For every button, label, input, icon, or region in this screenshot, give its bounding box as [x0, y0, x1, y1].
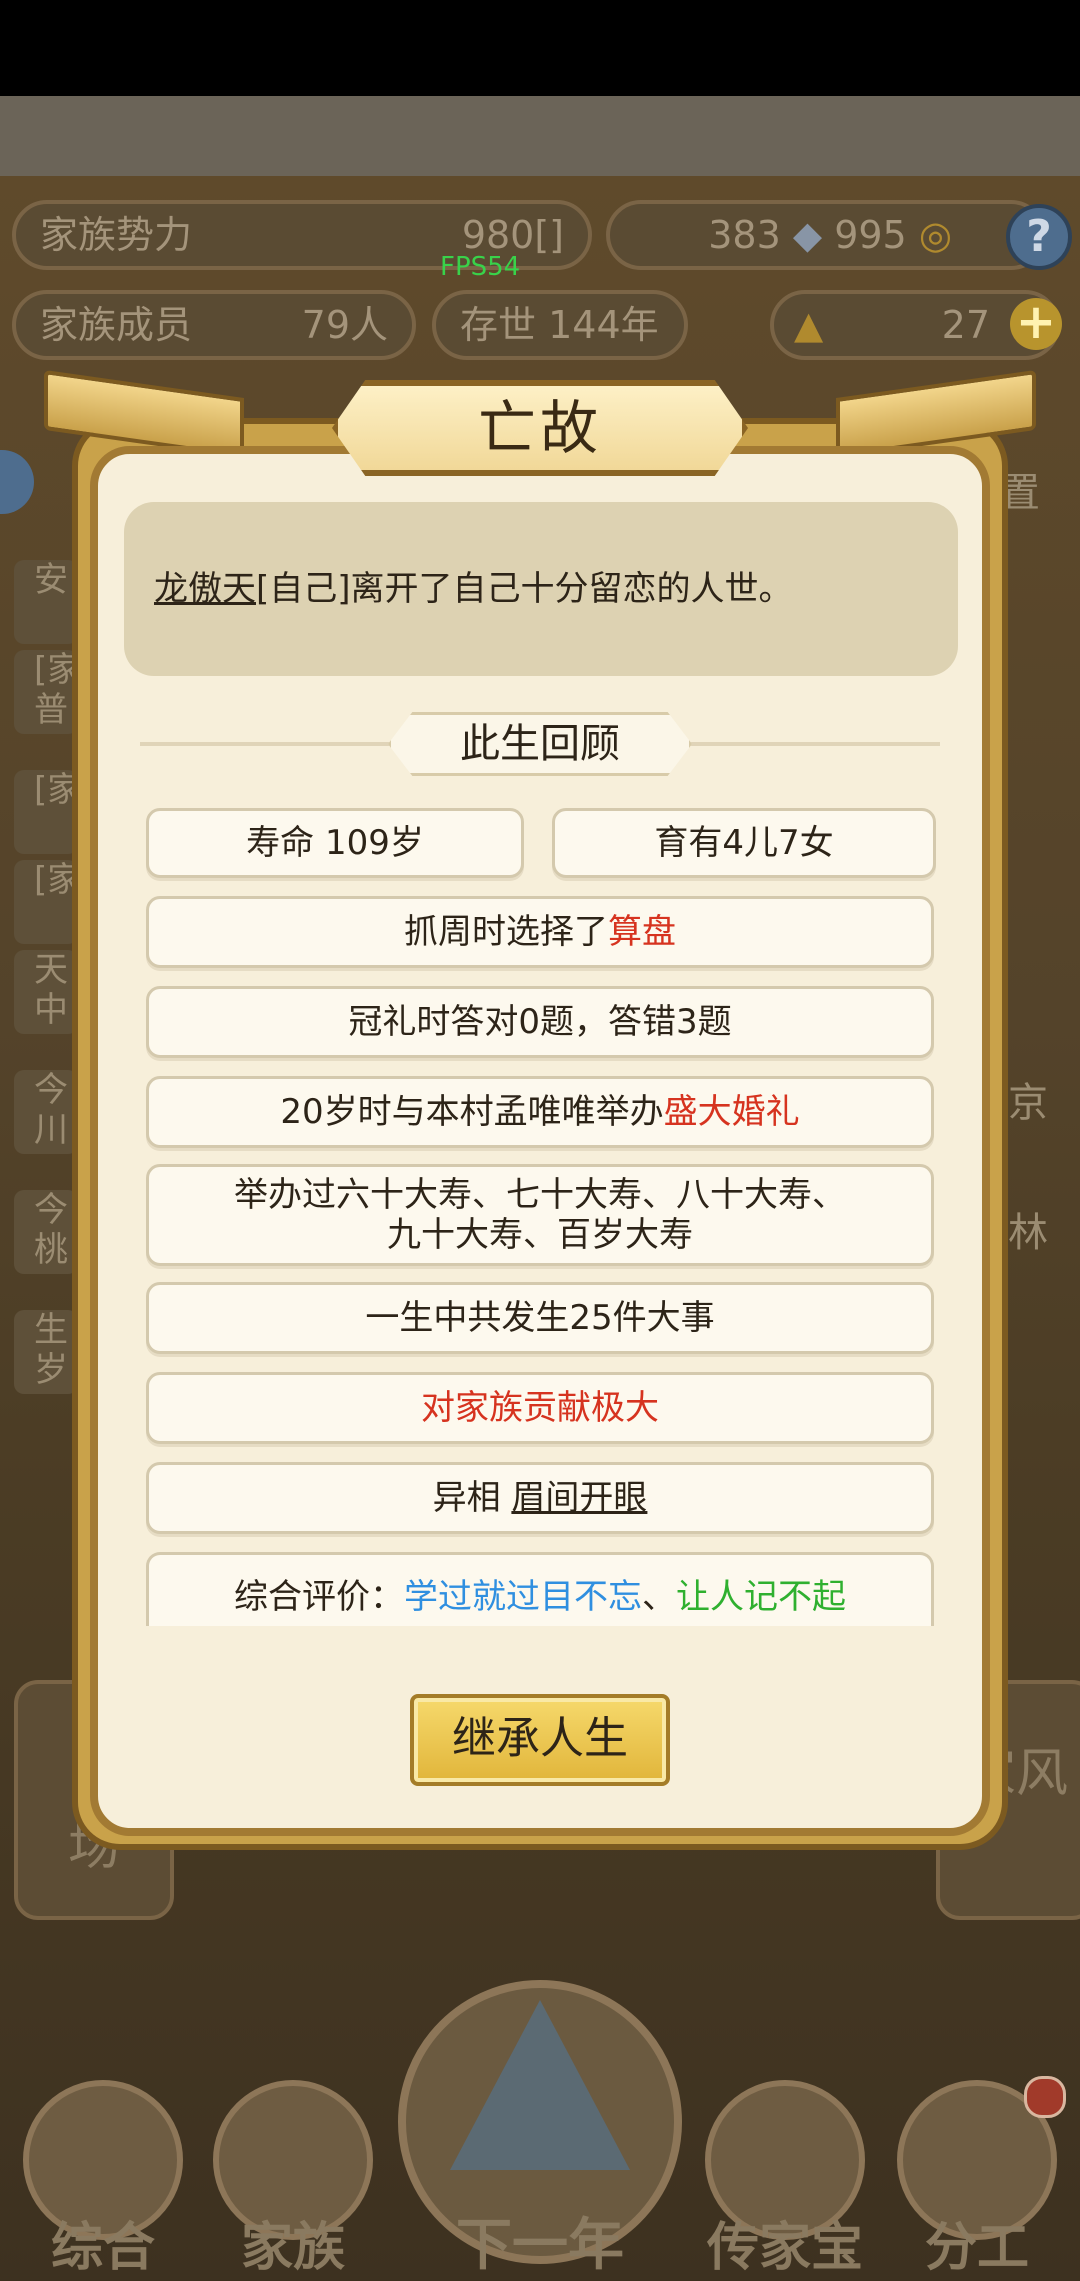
lifespan-row: 寿命 109岁: [146, 808, 524, 878]
family-members-label: 家族成员: [40, 303, 193, 347]
zhuazhou-item: 算盘: [608, 912, 676, 952]
nav-label: 传家宝: [706, 2218, 863, 2278]
top-strip: [0, 96, 1080, 176]
nav-heirloom[interactable]: 传家宝: [700, 2060, 870, 2280]
evaluation-row: 综合评价：学过就过目不忘、让人记不起: [146, 1552, 934, 1626]
nav-label: 分工: [924, 2218, 1029, 2278]
nav-family[interactable]: 家族: [208, 2060, 378, 2280]
existence-label: 存世: [460, 303, 537, 347]
wedding-event: 盛大婚礼: [663, 1092, 800, 1132]
side-fragment: 安: [14, 560, 78, 644]
gold-value: 27: [941, 303, 990, 347]
side-fragment: 今桃: [14, 1190, 78, 1274]
trait-link[interactable]: 眉间开眼: [511, 1478, 647, 1518]
gold-ingot-icon: ▲: [794, 303, 824, 347]
family-power-value-tail: ]: [549, 213, 564, 257]
character-name-link[interactable]: 龙傲天: [154, 569, 256, 609]
existence-pill: 存世 144年: [432, 290, 688, 360]
family-power-value: 980[: [461, 213, 550, 257]
status-bar: [0, 0, 1080, 96]
children-row: 育有4儿7女: [552, 808, 936, 878]
side-fragment: [家: [14, 770, 81, 854]
side-right-fragment: 京: [1008, 1080, 1048, 1126]
coin-icon: ◎: [918, 213, 952, 257]
wedding-row: 20岁时与本村孟唯唯举办盛大婚礼: [146, 1076, 934, 1148]
side-fragment: [家普: [14, 650, 81, 734]
birthdays-row: 举办过六十大寿、七十大寿、八十大寿、 九十大寿、百岁大寿: [146, 1164, 934, 1266]
side-fragment: [家: [14, 860, 81, 944]
existence-value: 144年: [548, 303, 659, 347]
nav-summary[interactable]: 综合: [18, 2060, 188, 2280]
currency-pill: 383 ◆ 995 ◎: [606, 200, 1046, 270]
divider-right: [690, 742, 940, 746]
inherit-life-button[interactable]: 继承人生: [410, 1694, 670, 1786]
coin-value: 995: [834, 213, 907, 257]
notification-dot: [1024, 2076, 1066, 2118]
mountain-icon: [450, 2000, 630, 2170]
section-title: 此生回顾: [388, 712, 692, 776]
divider-left: [140, 742, 390, 746]
contribution-row: 对家族贡献极大: [146, 1372, 934, 1444]
events-row: 一生中共发生25件大事: [146, 1282, 934, 1354]
nav-label: 综合: [50, 2218, 155, 2278]
help-icon[interactable]: ?: [1006, 204, 1072, 270]
family-members-value: 79人: [301, 303, 388, 347]
add-gold-button[interactable]: +: [1010, 298, 1062, 350]
nav-label: 家族: [240, 2218, 345, 2278]
message-text: [自己]离开了自己十分留恋的人世。: [256, 569, 793, 609]
guanli-row: 冠礼时答对0题，答错3题: [146, 986, 934, 1058]
message-box: 龙傲天[自己]离开了自己十分留恋的人世。: [124, 502, 958, 676]
dialog-title: 亡故: [332, 380, 748, 476]
silver-value: 383: [708, 213, 781, 257]
silver-ingot-icon: ◆: [792, 213, 823, 257]
side-fragment: 天中: [14, 950, 78, 1034]
side-right-fragment: 林: [1008, 1210, 1048, 1256]
side-fragment: 生岁: [14, 1310, 78, 1394]
family-power-label: 家族势力: [40, 213, 193, 257]
family-members-pill: 家族成员 79人: [12, 290, 416, 360]
fps-counter: FPS54: [440, 252, 521, 282]
zhuazhou-row: 抓周时选择了算盘: [146, 896, 934, 968]
side-fragment: 今川: [14, 1070, 78, 1154]
next-year-label: 下一年: [456, 2213, 624, 2278]
trait-row: 异相 眉间开眼: [146, 1462, 934, 1534]
